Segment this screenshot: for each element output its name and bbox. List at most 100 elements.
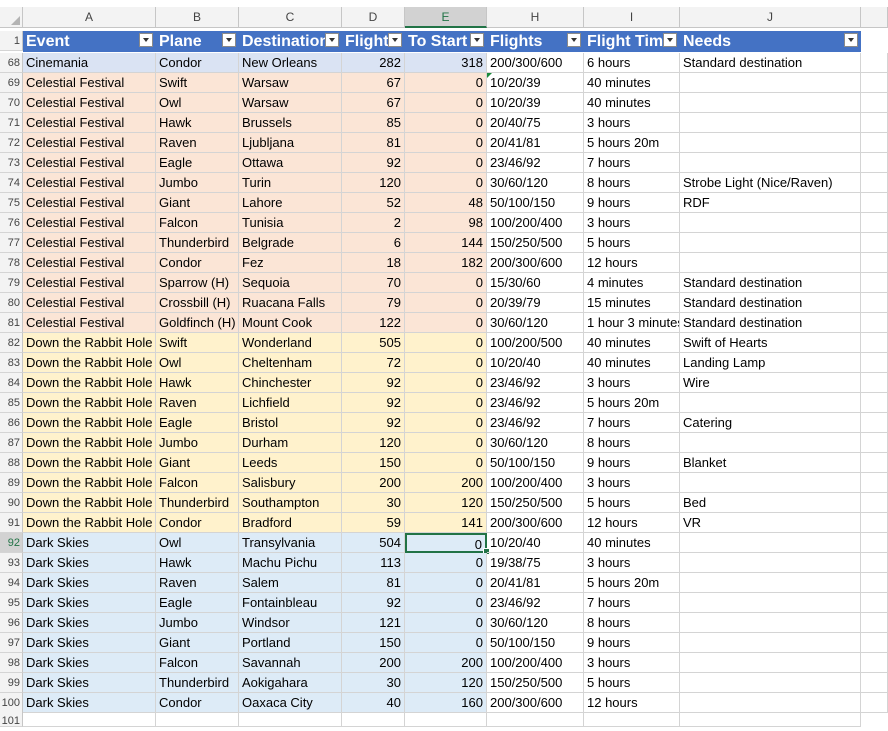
header-cell-c[interactable]: Destination xyxy=(239,31,342,52)
cell-b99[interactable]: Thunderbird xyxy=(156,673,239,693)
cell-a98[interactable]: Dark Skies xyxy=(23,653,156,673)
row-number[interactable]: 99 xyxy=(0,673,23,693)
cell-i85[interactable]: 5 hours 20m xyxy=(584,393,680,413)
cell-a74[interactable]: Celestial Festival xyxy=(23,173,156,193)
cell-a84[interactable]: Down the Rabbit Hole xyxy=(23,373,156,393)
cell-a82[interactable]: Down the Rabbit Hole xyxy=(23,333,156,353)
cell-d80[interactable]: 79 xyxy=(342,293,405,313)
cell-d85[interactable]: 92 xyxy=(342,393,405,413)
cell-b71[interactable]: Hawk xyxy=(156,113,239,133)
cell-b70[interactable]: Owl xyxy=(156,93,239,113)
cell-c96[interactable]: Windsor xyxy=(239,613,342,633)
empty-cell[interactable] xyxy=(23,711,156,727)
cell-h81[interactable]: 30/60/120 xyxy=(487,313,584,333)
empty-cell[interactable] xyxy=(861,693,888,713)
cell-e95[interactable]: 0 xyxy=(405,593,487,613)
cell-i75[interactable]: 9 hours xyxy=(584,193,680,213)
cell-j76[interactable] xyxy=(680,213,861,233)
cell-b83[interactable]: Owl xyxy=(156,353,239,373)
cell-j99[interactable] xyxy=(680,673,861,693)
column-letter-e[interactable]: E xyxy=(405,7,487,28)
cell-d83[interactable]: 72 xyxy=(342,353,405,373)
cell-d90[interactable]: 30 xyxy=(342,493,405,513)
cell-e77[interactable]: 144 xyxy=(405,233,487,253)
cell-b98[interactable]: Falcon xyxy=(156,653,239,673)
cell-j96[interactable] xyxy=(680,613,861,633)
empty-cell[interactable] xyxy=(861,333,888,353)
cell-e75[interactable]: 48 xyxy=(405,193,487,213)
cell-b87[interactable]: Jumbo xyxy=(156,433,239,453)
cell-e86[interactable]: 0 xyxy=(405,413,487,433)
cell-h77[interactable]: 150/250/500 xyxy=(487,233,584,253)
cell-c84[interactable]: Chinchester xyxy=(239,373,342,393)
cell-d68[interactable]: 282 xyxy=(342,53,405,73)
cell-i94[interactable]: 5 hours 20m xyxy=(584,573,680,593)
cell-e76[interactable]: 98 xyxy=(405,213,487,233)
filter-dropdown-icon[interactable] xyxy=(325,33,339,47)
cell-e98[interactable]: 200 xyxy=(405,653,487,673)
column-letter-c[interactable]: C xyxy=(239,7,342,28)
cell-c92[interactable]: Transylvania xyxy=(239,533,342,553)
row-number[interactable]: 95 xyxy=(0,593,23,613)
cell-i97[interactable]: 9 hours xyxy=(584,633,680,653)
cell-i81[interactable]: 1 hour 3 minutes xyxy=(584,313,680,333)
cell-h85[interactable]: 23/46/92 xyxy=(487,393,584,413)
cell-j84[interactable]: Wire xyxy=(680,373,861,393)
cell-c100[interactable]: Oaxaca City xyxy=(239,693,342,713)
empty-cell[interactable] xyxy=(861,513,888,533)
row-number[interactable]: 79 xyxy=(0,273,23,293)
cell-e93[interactable]: 0 xyxy=(405,553,487,573)
cell-j86[interactable]: Catering xyxy=(680,413,861,433)
empty-cell[interactable] xyxy=(680,711,861,727)
cell-a90[interactable]: Down the Rabbit Hole xyxy=(23,493,156,513)
cell-a94[interactable]: Dark Skies xyxy=(23,573,156,593)
cell-a95[interactable]: Dark Skies xyxy=(23,593,156,613)
cell-h68[interactable]: 200/300/600 xyxy=(487,53,584,73)
row-number[interactable]: 76 xyxy=(0,213,23,233)
cell-h76[interactable]: 100/200/400 xyxy=(487,213,584,233)
cell-j83[interactable]: Landing Lamp xyxy=(680,353,861,373)
cell-a68[interactable]: Cinemania xyxy=(23,53,156,73)
header-cell-a[interactable]: Event xyxy=(23,31,156,52)
cell-h90[interactable]: 150/250/500 xyxy=(487,493,584,513)
cell-j81[interactable]: Standard destination xyxy=(680,313,861,333)
row-number[interactable]: 77 xyxy=(0,233,23,253)
empty-cell[interactable] xyxy=(861,393,888,413)
cell-a85[interactable]: Down the Rabbit Hole xyxy=(23,393,156,413)
cell-a88[interactable]: Down the Rabbit Hole xyxy=(23,453,156,473)
cell-a89[interactable]: Down the Rabbit Hole xyxy=(23,473,156,493)
cell-b81[interactable]: Goldfinch (H) xyxy=(156,313,239,333)
cell-a73[interactable]: Celestial Festival xyxy=(23,153,156,173)
cell-d81[interactable]: 122 xyxy=(342,313,405,333)
row-number[interactable]: 82 xyxy=(0,333,23,353)
cell-i73[interactable]: 7 hours xyxy=(584,153,680,173)
cell-i76[interactable]: 3 hours xyxy=(584,213,680,233)
cell-a86[interactable]: Down the Rabbit Hole xyxy=(23,413,156,433)
cell-a80[interactable]: Celestial Festival xyxy=(23,293,156,313)
cell-h83[interactable]: 10/20/40 xyxy=(487,353,584,373)
filter-dropdown-icon[interactable] xyxy=(222,33,236,47)
cell-i87[interactable]: 8 hours xyxy=(584,433,680,453)
cell-h89[interactable]: 100/200/400 xyxy=(487,473,584,493)
row-number[interactable]: 98 xyxy=(0,653,23,673)
cell-d96[interactable]: 121 xyxy=(342,613,405,633)
column-letter-b[interactable]: B xyxy=(156,7,239,28)
cell-c91[interactable]: Bradford xyxy=(239,513,342,533)
cell-h93[interactable]: 19/38/75 xyxy=(487,553,584,573)
empty-cell[interactable] xyxy=(861,173,888,193)
cell-d87[interactable]: 120 xyxy=(342,433,405,453)
cell-e96[interactable]: 0 xyxy=(405,613,487,633)
cell-d91[interactable]: 59 xyxy=(342,513,405,533)
cell-b88[interactable]: Giant xyxy=(156,453,239,473)
cell-j88[interactable]: Blanket xyxy=(680,453,861,473)
cell-c80[interactable]: Ruacana Falls xyxy=(239,293,342,313)
row-number[interactable]: 88 xyxy=(0,453,23,473)
cell-i68[interactable]: 6 hours xyxy=(584,53,680,73)
cell-c74[interactable]: Turin xyxy=(239,173,342,193)
cell-d78[interactable]: 18 xyxy=(342,253,405,273)
cell-j98[interactable] xyxy=(680,653,861,673)
cell-h88[interactable]: 50/100/150 xyxy=(487,453,584,473)
header-cell-e[interactable]: To Start xyxy=(405,31,487,52)
row-number[interactable]: 96 xyxy=(0,613,23,633)
cell-j87[interactable] xyxy=(680,433,861,453)
